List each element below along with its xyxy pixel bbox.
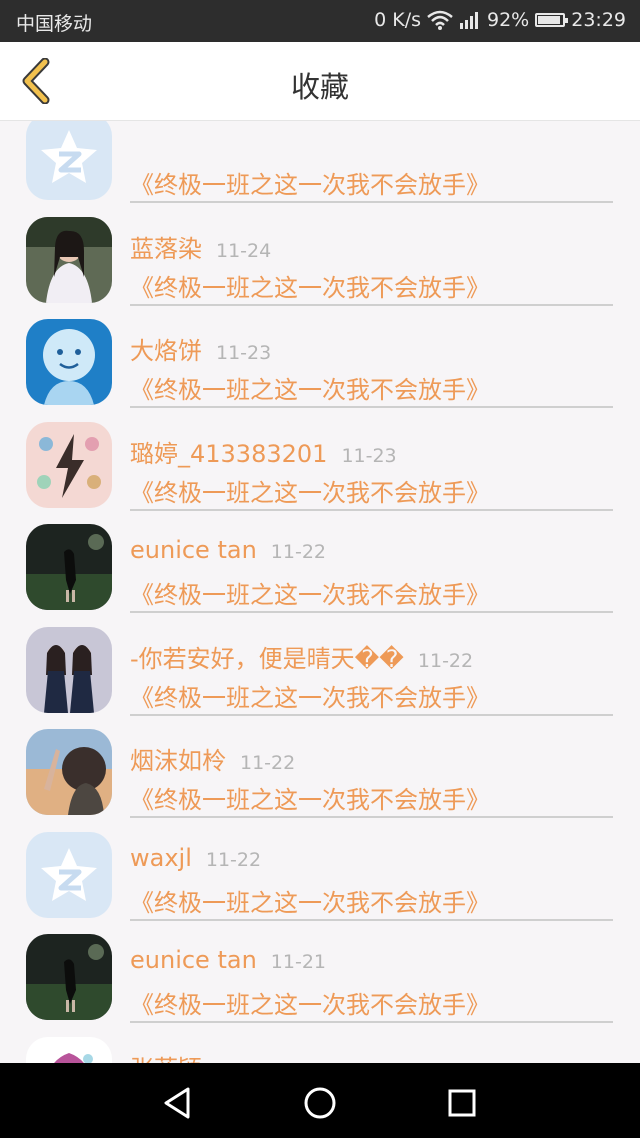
list-item[interactable]: 璐婷_413383201 11-23 《终极一班之这一次我不会放手》 [0,396,640,511]
username[interactable]: eunice tan [130,536,257,564]
item-meta: waxjl 11-22 [130,844,261,872]
list-item[interactable]: 烟沫如柃 11-22 《终极一班之这一次我不会放手》 [0,703,640,818]
carrier-label: 中国移动 [16,13,93,35]
username[interactable]: 烟沫如柃 [130,747,226,775]
date-label: 11-23 [341,444,397,467]
item-meta: 张蓝颖11-21 [130,1049,271,1064]
date-label: 11-22 [205,848,262,871]
page-title: 收藏 [290,70,349,104]
date-label: 11-24 [216,239,272,262]
date-label: 11-22 [270,541,326,563]
favorites-list[interactable]: 《终极一班之这一次我不会放手》 蓝落染 11-24 《终极一班之这一次我不会放手》 大烙… [0,121,640,1063]
avatar[interactable] [26,121,112,200]
username[interactable]: eunice tan [130,946,257,974]
avatar[interactable] [26,319,112,405]
avatar[interactable] [26,831,112,918]
username[interactable]: 张蓝颖 [130,1055,202,1064]
username[interactable]: 璐婷_413383201 [130,440,327,468]
list-item[interactable]: 张蓝颖11-21《终极一班之这一次我不会放手》 [0,1011,640,1064]
list-item[interactable]: eunice tan 11-21 《终极一班之这一次我不会放手》 [0,908,640,1023]
battery-icon [535,13,569,27]
avatar[interactable] [26,934,112,1020]
avatar[interactable] [26,626,112,713]
username[interactable]: 大烙饼 [130,337,202,365]
battery-percent: 92% [487,9,530,31]
status-bar: 中国移动 0 K/s 92% 23:29 [0,0,640,42]
date-label: 11-22 [240,752,296,774]
list-item[interactable]: 蓝落染 11-24 《终极一班之这一次我不会放手》 [0,191,640,306]
avatar[interactable] [26,1036,112,1063]
app-header: 收藏 [0,42,640,121]
avatar[interactable] [26,524,112,610]
list-item[interactable]: -你若安好，便是晴天�� 11-22 《终极一班之这一次我不会放手》 [0,601,640,716]
system-nav-bar [0,1063,640,1138]
list-item[interactable]: waxjl 11-22 《终极一班之这一次我不会放手》 [0,806,640,921]
username[interactable]: waxjl [130,844,192,872]
wifi-icon [427,10,453,30]
item-meta: 蓝落染 11-24 [130,229,271,264]
clock: 23:29 [571,9,626,31]
list-item[interactable]: 《终极一班之这一次我不会放手》 [0,121,640,203]
status-right: 0 K/s 92% 23:29 [374,9,626,31]
network-speed: 0 K/s [374,9,421,31]
avatar[interactable] [26,216,112,303]
back-triangle-icon[interactable] [158,1083,198,1123]
item-meta: eunice tan 11-22 [130,536,326,564]
item-meta: -你若安好，便是晴天�� 11-22 [130,639,473,674]
home-circle-icon[interactable] [300,1083,340,1123]
date-label: 11-21 [270,951,326,973]
recents-square-icon[interactable] [442,1083,482,1123]
list-item[interactable]: eunice tan 11-22 《终极一班之这一次我不会放手》 [0,498,640,613]
item-meta: 烟沫如柃 11-22 [130,741,295,776]
username[interactable]: -你若安好，便是晴天�� [130,645,404,673]
date-label: 11-23 [216,342,272,364]
signal-icon [460,12,478,29]
avatar[interactable] [26,729,112,815]
username[interactable]: 蓝落染 [130,235,202,263]
item-meta: eunice tan 11-21 [130,946,326,974]
item-meta: 璐婷_413383201 11-23 [130,434,397,469]
item-meta: 大烙饼 11-23 [130,331,271,366]
list-item[interactable]: 大烙饼 11-23 《终极一班之这一次我不会放手》 [0,293,640,408]
avatar[interactable] [26,421,112,508]
date-label: 11-22 [417,649,474,672]
